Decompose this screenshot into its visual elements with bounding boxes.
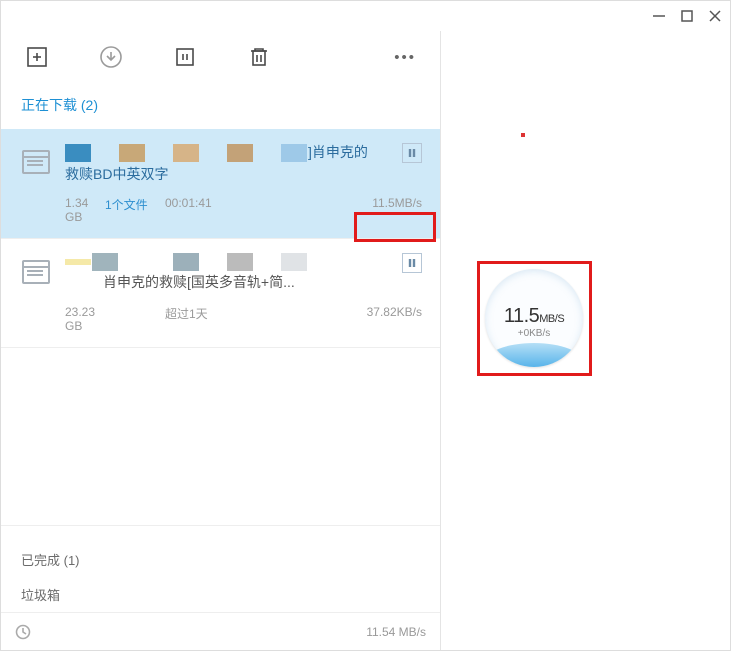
wave-icon — [485, 343, 583, 367]
speed-disk[interactable]: 11.5MB/S +0KB/s — [485, 269, 583, 367]
trash-header[interactable]: 垃圾箱 — [21, 577, 420, 612]
more-button[interactable]: ••• — [394, 49, 416, 66]
delete-button[interactable] — [247, 45, 271, 69]
statusbar: 11.54 MB/s — [1, 612, 440, 650]
file-name-line2: 救赎BD中英双字 — [65, 165, 422, 185]
download-panel: ••• 正在下载 (2) — [1, 31, 441, 650]
time-remaining: 超过1天 — [165, 305, 367, 333]
folder-icon — [19, 255, 53, 289]
schedule-icon[interactable] — [15, 624, 31, 640]
item-meta: 23.23 GB 超过1天 37.82KB/s — [19, 305, 422, 333]
thumbnail-row: ]肖申克的 — [65, 143, 422, 163]
file-count[interactable]: 1个文件 — [105, 196, 165, 224]
speed-widget: 11.5MB/S +0KB/s — [477, 261, 592, 376]
completed-header[interactable]: 已完成 (1) — [21, 542, 420, 577]
download-circle-icon[interactable] — [99, 45, 123, 69]
global-speed: 11.54 MB/s — [366, 625, 426, 639]
speed-sub: +0KB/s — [518, 328, 551, 339]
pause-all-button[interactable] — [173, 45, 197, 69]
titlebar — [1, 1, 730, 31]
speed-value: 11.5MB/S — [504, 305, 564, 328]
red-dot-icon — [521, 133, 525, 137]
file-size: 23.23 GB — [19, 305, 105, 333]
thumbnail-row — [65, 253, 422, 271]
pause-item-button[interactable] — [402, 143, 422, 163]
file-name: ]肖申克的 — [308, 143, 368, 163]
minimize-button[interactable] — [652, 9, 666, 23]
file-name-line2: 肖申克的救赎[国英多音轨+简... — [103, 273, 422, 293]
close-button[interactable] — [708, 9, 722, 23]
time-remaining: 00:01:41 — [165, 196, 372, 224]
downloading-header[interactable]: 正在下载 (2) — [1, 83, 440, 129]
pause-item-button[interactable] — [402, 253, 422, 273]
folder-icon — [19, 145, 53, 179]
toolbar: ••• — [1, 31, 440, 83]
right-panel: 11.5MB/S +0KB/s — [441, 31, 730, 650]
item-meta: 1.34 GB 1个文件 00:01:41 11.5MB/s — [19, 196, 422, 224]
download-item[interactable]: 肖申克的救赎[国英多音轨+简... 23.23 GB 超过1天 37.82KB/… — [1, 239, 440, 348]
file-count — [105, 305, 165, 333]
item-speed: 11.5MB/s — [372, 196, 422, 224]
download-item[interactable]: ]肖申克的 救赎BD中英双字 1.34 GB 1个文件 00:01:41 11.… — [1, 129, 440, 239]
add-button[interactable] — [25, 45, 49, 69]
file-size: 1.34 GB — [19, 196, 105, 224]
maximize-button[interactable] — [680, 9, 694, 23]
item-speed: 37.82KB/s — [367, 305, 422, 333]
